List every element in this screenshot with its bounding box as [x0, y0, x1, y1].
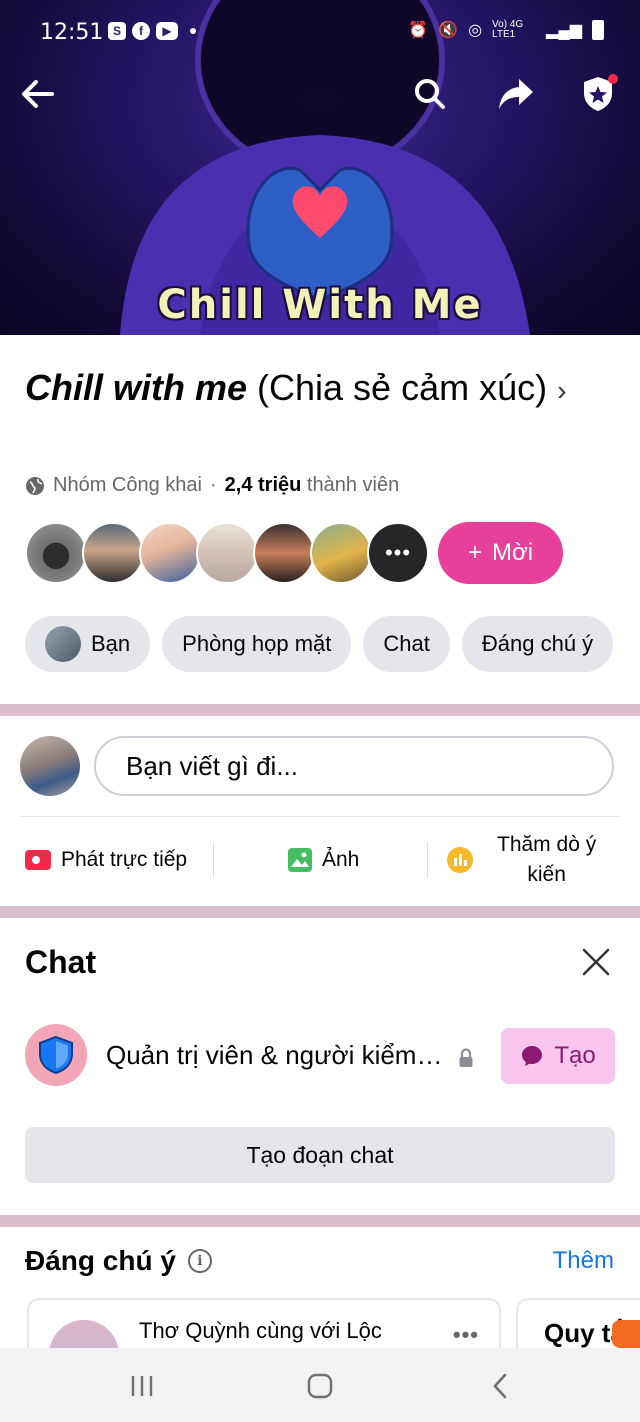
featured-heading: Đáng chú ý i [25, 1245, 212, 1277]
chip-featured[interactable]: Đáng chú ý [461, 616, 614, 672]
alarm-icon: ⏰ [408, 22, 429, 39]
group-tabs: Bạn Phòng họp mặt Chat Đáng chú ý [25, 616, 614, 672]
youtube-icon: ▶ [156, 22, 178, 40]
photo-button[interactable]: Ảnh [288, 830, 359, 890]
poll-label: Thăm dò ý kiến [497, 830, 596, 890]
chip-label: Phòng họp mặt [182, 631, 332, 656]
chat-room-name[interactable]: Quản trị viên & người kiểm duyệt [106, 1040, 446, 1071]
network-label: Vo) 4G LTE1 [492, 19, 524, 40]
lock-icon [458, 1048, 474, 1068]
group-cover-photo[interactable]: 12:51 S f ▶ ⏰ 🔇 ◎ Vo) 4G LTE1 ▂▄▆ Chill … [0, 0, 640, 335]
chevron-left-icon [493, 1373, 507, 1399]
poll-icon [447, 847, 473, 873]
poll-label-line1: Thăm dò ý [497, 833, 597, 856]
action-separator [213, 842, 214, 878]
status-time: 12:51 [40, 20, 104, 45]
recent-apps-button[interactable] [120, 1364, 164, 1408]
member-count: 2,4 triệu [224, 474, 302, 496]
home-icon [307, 1373, 333, 1399]
chip-label: Bạn [91, 631, 131, 656]
card-author: Thơ Quỳnh cùng với Lộc [139, 1318, 382, 1343]
floating-badge-icon[interactable] [612, 1320, 640, 1348]
group-privacy: Nhóm Công khai [53, 474, 202, 496]
signal-icon: ▂▄▆ [546, 22, 582, 39]
info-icon[interactable]: i [187, 1249, 212, 1273]
admin-tools-button[interactable] [576, 72, 620, 116]
shield-icon [39, 1035, 73, 1075]
hotspot-icon: ◎ [468, 22, 483, 39]
share-button[interactable] [494, 72, 538, 116]
mute-icon: 🔇 [438, 22, 459, 39]
chat-bubble-icon [522, 1046, 543, 1066]
group-meta: Nhóm Công khai · 2,4 triệu thành viên [25, 474, 399, 497]
member-avatars[interactable]: ••• [25, 522, 429, 584]
chip-label: Chat [383, 631, 430, 656]
live-label: Phát trực tiếp [61, 848, 188, 871]
system-back-button[interactable] [478, 1364, 522, 1408]
section-divider [0, 906, 640, 918]
poll-label-line2: kiến [527, 863, 566, 886]
more-options-icon[interactable]: ••• [453, 1322, 479, 1348]
section-divider [0, 704, 640, 716]
create-label: Tạo [554, 1042, 596, 1069]
post-composer-input[interactable]: Bạn viết gì đi... [94, 736, 614, 796]
more-notifications-dot [190, 28, 196, 34]
system-navigation-bar [0, 1348, 640, 1422]
back-arrow-icon [22, 80, 54, 108]
search-icon [415, 79, 445, 109]
chip-label: Đáng chú ý [481, 631, 594, 656]
group-name-rest: (Chia sẻ cảm xúc) [247, 367, 548, 408]
group-name[interactable]: Chill with me (Chia sẻ cảm xúc) › [25, 364, 585, 415]
member-avatar[interactable] [82, 522, 144, 584]
composer-separator [20, 816, 620, 817]
system-icons: ⏰ 🔇 ◎ Vo) 4G LTE1 ▂▄▆ [408, 20, 604, 40]
battery-icon [592, 20, 604, 40]
see-more-link[interactable]: Thêm [553, 1247, 614, 1275]
globe-icon [26, 476, 44, 495]
member-label: thành viên [301, 474, 400, 496]
live-video-button[interactable]: Phát trực tiếp [25, 830, 187, 890]
invite-label: Mời [491, 539, 534, 566]
member-avatar[interactable] [139, 522, 201, 584]
admin-chat-avatar [25, 1024, 87, 1086]
search-button[interactable] [408, 72, 452, 116]
chip-friends[interactable]: Bạn [25, 616, 151, 672]
user-avatar[interactable] [20, 736, 80, 796]
close-chat-section-button[interactable] [578, 944, 614, 980]
action-separator [427, 842, 428, 878]
invite-button[interactable]: + Mời [438, 522, 563, 584]
close-icon [582, 948, 610, 976]
member-avatar[interactable] [310, 522, 372, 584]
section-divider [0, 1215, 640, 1227]
facebook-icon: f [132, 22, 150, 40]
chat-heading: Chat [25, 944, 97, 980]
s-app-icon: S [108, 22, 126, 40]
status-bar: 12:51 S f ▶ ⏰ 🔇 ◎ Vo) 4G LTE1 ▂▄▆ [0, 0, 640, 62]
meta-separator: · [209, 474, 217, 496]
back-button[interactable] [16, 72, 60, 116]
plus-icon: + [467, 539, 482, 566]
chip-rooms[interactable]: Phòng họp mặt [162, 616, 352, 672]
video-camera-icon [25, 850, 51, 870]
recent-apps-icon [131, 1376, 153, 1396]
member-avatar[interactable] [25, 522, 87, 584]
group-name-italic: Chill with me [25, 367, 248, 408]
more-members-button[interactable]: ••• [367, 522, 429, 584]
cover-title-text: Chill With Me [157, 282, 483, 328]
share-arrow-icon [499, 79, 533, 109]
member-avatar[interactable] [196, 522, 258, 584]
poll-button[interactable]: Thăm dò ý kiến [447, 830, 596, 890]
member-avatar[interactable] [253, 522, 315, 584]
home-button[interactable] [298, 1364, 342, 1408]
new-chat-button[interactable]: Tạo đoạn chat [25, 1127, 615, 1183]
create-chat-button[interactable]: Tạo [501, 1028, 615, 1084]
friend-avatar [45, 626, 81, 662]
chevron-right-icon: › [557, 375, 567, 406]
chip-chat[interactable]: Chat [363, 616, 450, 672]
photo-label: Ảnh [322, 848, 360, 871]
photo-icon [288, 848, 312, 872]
featured-title: Đáng chú ý [25, 1245, 176, 1276]
shield-star-icon [584, 74, 618, 111]
notification-icons: S f ▶ [108, 22, 196, 40]
